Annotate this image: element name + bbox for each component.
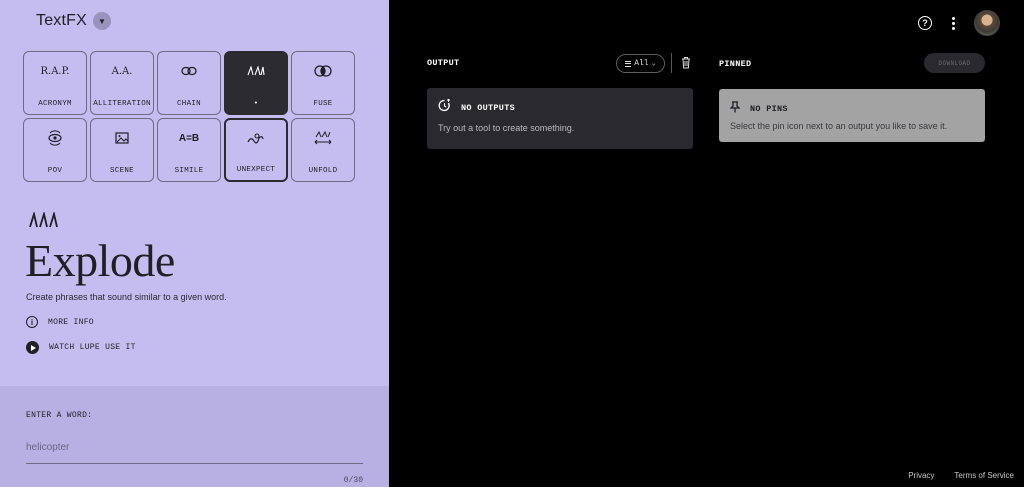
- pinned-empty-title: NO PINS: [750, 104, 788, 114]
- app-title: TextFX: [36, 12, 87, 29]
- pinned-empty-text: Select the pin icon next to an output yo…: [730, 121, 948, 131]
- tool-label: POV: [47, 167, 63, 175]
- tool-acronym[interactable]: R.A.P. ACRONYM: [23, 51, 87, 115]
- word-input-section: ENTER A WORD: 0/30: [0, 386, 389, 487]
- help-icon[interactable]: ?: [918, 16, 932, 30]
- tool-simile[interactable]: A=B SIMILE: [157, 118, 221, 182]
- unfold-icon: [314, 129, 332, 147]
- explode-icon: [247, 62, 265, 80]
- output-empty-card: NO OUTPUTS Try out a tool to create some…: [427, 88, 693, 149]
- link-icon: [181, 62, 197, 80]
- simile-icon: A=B: [178, 132, 200, 144]
- tool-label: ALLITERATION: [93, 100, 151, 108]
- watch-video-link[interactable]: WATCH LUPE USE IT: [26, 341, 136, 354]
- tool-label: FUSE: [313, 100, 333, 108]
- play-icon: [26, 341, 39, 354]
- terms-link[interactable]: Terms of Service: [954, 471, 1014, 480]
- tool-pov[interactable]: POV: [23, 118, 87, 182]
- avatar[interactable]: [974, 10, 1000, 36]
- download-button[interactable]: DOWNLOAD: [924, 53, 985, 73]
- pinned-empty-card: NO PINS Select the pin icon next to an o…: [719, 89, 985, 142]
- word-input[interactable]: [26, 432, 363, 464]
- tool-panel: TextFX ▼ R.A.P. ACRONYM A.A. ALLITERATIO…: [0, 0, 389, 487]
- more-info-label: MORE INFO: [48, 317, 94, 327]
- pinned-heading: PINNED: [719, 59, 752, 69]
- tool-label: CHAIN: [176, 100, 201, 108]
- alliteration-icon: A.A.: [111, 65, 133, 77]
- list-icon: [625, 60, 632, 67]
- output-filter-select[interactable]: All ⌄: [616, 54, 665, 73]
- tool-alliteration[interactable]: A.A. ALLITERATION: [90, 51, 154, 115]
- privacy-link[interactable]: Privacy: [908, 471, 934, 480]
- more-info-link[interactable]: i MORE INFO: [26, 316, 94, 328]
- tool-unexpect[interactable]: UNEXPECT: [224, 118, 288, 182]
- divider: [671, 53, 672, 73]
- add-timer-icon: [438, 99, 451, 117]
- output-empty-title: NO OUTPUTS: [461, 103, 516, 113]
- tool-label: UNFOLD: [308, 167, 338, 175]
- chevron-down-icon: ⌄: [651, 60, 656, 68]
- output-empty-text: Try out a tool to create something.: [438, 123, 575, 133]
- tool-fuse[interactable]: FUSE: [291, 51, 355, 115]
- input-label: ENTER A WORD:: [26, 411, 93, 420]
- tool-label: ACRONYM: [38, 100, 72, 108]
- pov-icon: [47, 129, 63, 147]
- chevron-down-icon: ▼: [98, 16, 106, 26]
- acronym-icon: R.A.P.: [40, 65, 70, 77]
- tool-label: SCENE: [109, 167, 134, 175]
- char-counter: 0/30: [343, 476, 363, 485]
- more-vert-icon[interactable]: [950, 16, 956, 30]
- tool-label: UNEXPECT: [236, 166, 276, 174]
- top-bar-actions: ?: [918, 10, 1000, 36]
- tool-label: •: [253, 100, 259, 108]
- unexpect-icon: [247, 130, 265, 148]
- tool-chain[interactable]: CHAIN: [157, 51, 221, 115]
- image-icon: [115, 129, 129, 147]
- tool-explode[interactable]: •: [224, 51, 288, 115]
- info-icon: i: [26, 316, 38, 328]
- tool-grid: R.A.P. ACRONYM A.A. ALLITERATION CHAIN •…: [23, 51, 355, 182]
- watch-video-label: WATCH LUPE USE IT: [49, 343, 136, 352]
- tool-scene[interactable]: SCENE: [90, 118, 154, 182]
- fuse-icon: [314, 62, 332, 80]
- tool-label: SIMILE: [174, 167, 204, 175]
- tool-description: Create phrases that sound similar to a g…: [26, 292, 227, 302]
- tool-unfold[interactable]: UNFOLD: [291, 118, 355, 182]
- explode-icon: [28, 210, 60, 233]
- trash-icon[interactable]: [681, 56, 691, 69]
- output-heading: OUTPUT: [427, 58, 460, 68]
- filter-value: All: [634, 59, 649, 68]
- footer: Privacy Terms of Service: [908, 471, 1014, 480]
- page-title: Explode: [25, 235, 175, 286]
- app-header: TextFX ▼: [36, 12, 111, 30]
- app-menu-dropdown[interactable]: ▼: [93, 12, 111, 30]
- pin-icon: [729, 100, 741, 118]
